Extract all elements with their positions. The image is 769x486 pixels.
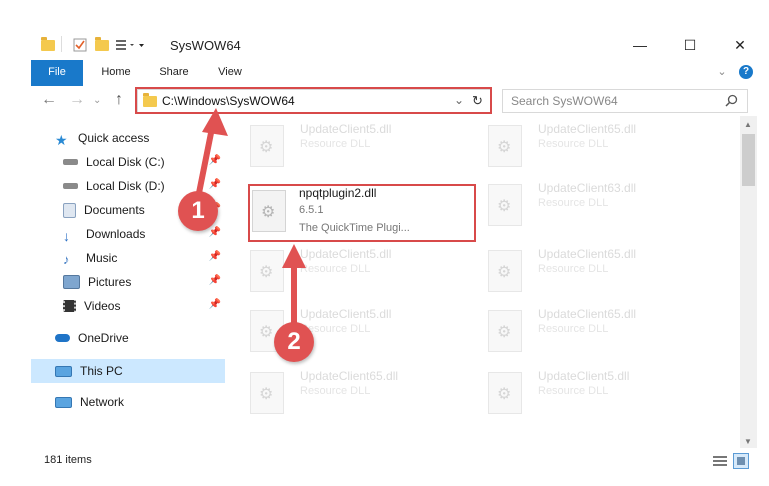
step-1-badge: 1: [178, 191, 218, 231]
large-icons-view-icon[interactable]: [733, 453, 749, 469]
annotation-arrows: [195, 108, 306, 333]
step-2-badge: 2: [274, 322, 314, 362]
status-bar: 181 items: [31, 450, 769, 472]
details-view-icon[interactable]: [713, 455, 727, 470]
item-count: 181 items: [44, 454, 92, 466]
